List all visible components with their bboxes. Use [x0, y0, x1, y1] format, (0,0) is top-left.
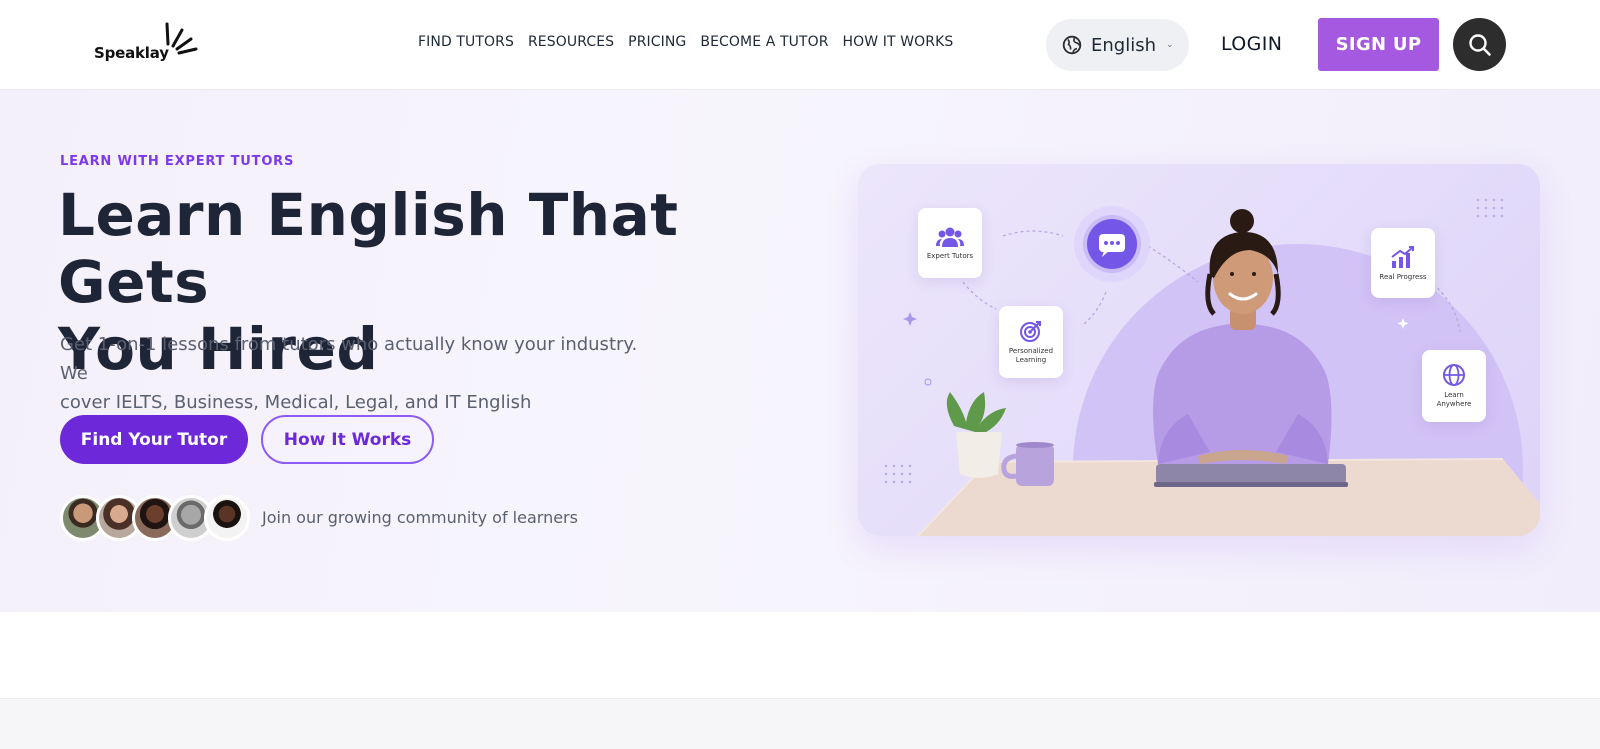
- target-icon: [1020, 321, 1041, 342]
- subtext-line-2: cover IELTS, Business, Medical, Legal, a…: [60, 392, 532, 413]
- globe-icon: [1062, 35, 1082, 55]
- card-label-line-2: Learning: [1015, 356, 1047, 364]
- hero-subtext: Get 1-on-1 lessons from tutors who actua…: [60, 330, 670, 417]
- avatar: [204, 495, 250, 541]
- bar-chart-icon: [1391, 245, 1414, 268]
- globe-icon: [1443, 364, 1465, 386]
- card-label: Real Progress: [1379, 272, 1427, 281]
- learner-avatars: [60, 495, 250, 541]
- subtext-line-1: Get 1-on-1 lessons from tutors who actua…: [60, 334, 638, 384]
- signup-button[interactable]: SIGN UP: [1318, 18, 1439, 71]
- main-nav: FIND TUTORS RESOURCES PRICING BECOME A T…: [418, 34, 967, 50]
- chevron-down-icon: ⌄: [1166, 40, 1174, 50]
- nav-become-a-tutor[interactable]: BECOME A TUTOR: [700, 34, 842, 50]
- card-label-line-1: Learn: [1444, 391, 1464, 399]
- card-label-line-1: Personalized: [1008, 347, 1054, 355]
- find-your-tutor-button[interactable]: Find Your Tutor: [60, 415, 248, 464]
- hero-section: LEARN WITH EXPERT TUTORS Learn English T…: [0, 90, 1600, 612]
- card-real-progress: Real Progress: [1371, 228, 1435, 298]
- logo-wordmark: Speaklay: [94, 44, 169, 62]
- speaklay-logo[interactable]: Speaklay: [94, 20, 204, 70]
- search-button[interactable]: [1453, 18, 1506, 71]
- card-learn-anywhere: Learn Anywhere: [1422, 350, 1486, 422]
- how-it-works-button[interactable]: How It Works: [261, 415, 434, 464]
- nav-pricing[interactable]: PRICING: [628, 34, 700, 50]
- hero-illustration: Expert Tutors Personalized Learning Real…: [858, 164, 1540, 536]
- language-label: English: [1091, 34, 1156, 56]
- card-label: Personalized Learning: [1009, 347, 1053, 365]
- nav-how-it-works[interactable]: HOW IT WORKS: [843, 34, 968, 50]
- nav-find-tutors[interactable]: FIND TUTORS: [418, 34, 528, 50]
- card-label: Expert Tutors: [926, 251, 974, 260]
- next-section: [0, 698, 1600, 749]
- section-spacer: [0, 612, 1600, 698]
- card-label: Learn Anywhere: [1437, 391, 1472, 409]
- search-icon: [1468, 33, 1491, 56]
- card-expert-tutors: Expert Tutors: [918, 208, 982, 278]
- headline-line-1: Learn English That Gets: [58, 181, 679, 316]
- community-text: Join our growing community of learners: [262, 508, 578, 527]
- site-header: Speaklay FIND TUTORS RESOURCES PRICING B…: [0, 0, 1600, 90]
- card-label-line-2: Anywhere: [1436, 400, 1472, 408]
- nav-resources[interactable]: RESOURCES: [528, 34, 628, 50]
- hero-eyebrow: LEARN WITH EXPERT TUTORS: [60, 154, 295, 169]
- users-icon: [936, 227, 964, 247]
- language-selector[interactable]: English ⌄: [1046, 19, 1189, 71]
- login-link[interactable]: LOGIN: [1221, 33, 1282, 55]
- card-personalized-learning: Personalized Learning: [999, 306, 1063, 378]
